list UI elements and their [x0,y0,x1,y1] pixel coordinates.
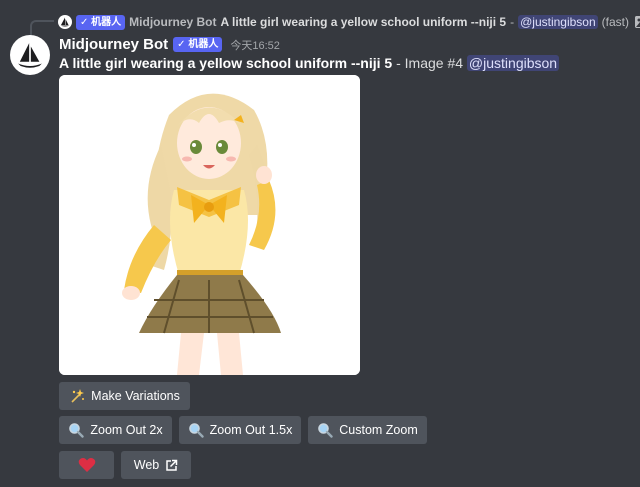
prompt-text: A little girl wearing a yellow school un… [59,55,393,71]
heart-icon [78,458,95,472]
generated-image[interactable] [59,75,360,375]
message-content: A little girl wearing a yellow school un… [59,55,560,71]
zoom-out-2x-button[interactable]: Zoom Out 2x [59,416,172,444]
user-mention[interactable]: @justingibson [466,55,560,71]
image-label: Image #4 [404,55,464,71]
bot-tag: ✓ 机器人 [76,14,126,30]
reply-reference[interactable]: ✓ 机器人 Midjourney Bot A little girl weari… [58,13,640,31]
web-button[interactable]: Web [121,451,191,479]
zoom-out-2x-label: Zoom Out 2x [90,423,163,437]
custom-zoom-button[interactable]: Custom Zoom [308,416,427,444]
reply-mention[interactable]: @justingibson [518,15,598,29]
custom-zoom-label: Custom Zoom [339,423,418,437]
author-name[interactable]: Midjourney Bot [59,36,168,53]
bot-tag: ✓ 机器人 [173,37,223,52]
bot-avatar[interactable] [10,35,50,75]
magnifier-icon [188,423,204,438]
make-variations-button[interactable]: Make Variations [59,382,190,410]
sparkles-icon [71,389,85,403]
bot-avatar-small [58,15,72,29]
reply-connector [30,20,54,36]
zoom-out-1-5x-button[interactable]: Zoom Out 1.5x [179,416,301,444]
make-variations-label: Make Variations [91,389,180,403]
reply-prompt: A little girl wearing a yellow school un… [220,15,507,29]
reply-author[interactable]: Midjourney Bot [129,15,216,29]
image-icon [635,16,640,28]
reply-separator: - [510,15,515,29]
web-label: Web [133,458,160,472]
timestamp: 今天16:52 [230,39,280,52]
magnifier-icon [318,423,333,438]
external-link-icon [166,459,178,471]
reply-mode: (fast) [601,15,629,29]
magnifier-icon [69,423,85,438]
separator: - [396,55,401,71]
message-header: Midjourney Bot ✓ 机器人 今天16:52 [59,36,280,53]
favorite-button[interactable] [59,451,114,479]
zoom-out-1-5x-label: Zoom Out 1.5x [209,423,293,437]
